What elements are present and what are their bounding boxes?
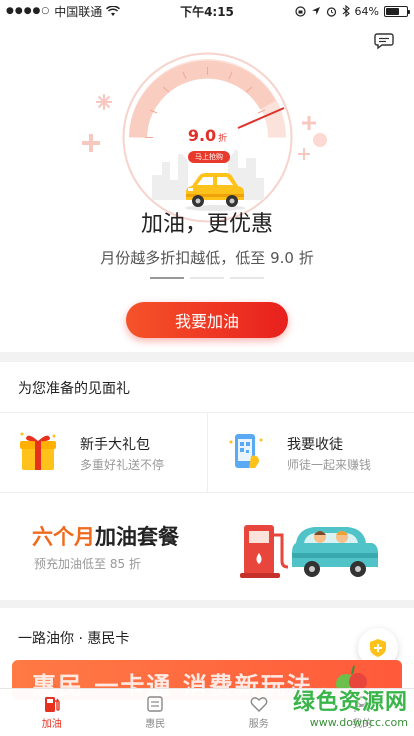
plus-decoration [302, 116, 316, 130]
carousel-dot[interactable] [190, 277, 224, 279]
tab-label: 服务 [248, 719, 269, 730]
fuel-car-illustration [240, 525, 378, 578]
section-title: 为您准备的见面礼 [18, 381, 130, 397]
carousel-dot[interactable] [150, 277, 184, 279]
gift-desc: 多重好礼送不停 [80, 458, 165, 472]
tab-label: 惠民 [145, 719, 166, 730]
hero-title: 加油，更优惠 [140, 212, 273, 237]
hero-subtitle: 月份越多折扣越低，低至 9.0 折 [100, 249, 314, 267]
heart-icon [250, 697, 268, 712]
bluetooth-icon [342, 5, 350, 17]
fuel-pump-icon [44, 697, 60, 712]
card-list-icon [147, 696, 163, 712]
refuel-button[interactable]: 我要加油 [126, 302, 288, 338]
buy-now-badge[interactable]: 马上抢购 [188, 151, 230, 163]
circle-decoration [313, 133, 327, 147]
tab-huimin[interactable]: 惠民 [104, 689, 208, 736]
alarm-icon [326, 6, 336, 17]
status-right: 64% [294, 4, 410, 18]
package-title: 六个月加油套餐 [32, 521, 179, 551]
carousel-dot[interactable] [230, 277, 264, 279]
rotation-lock-icon [294, 5, 306, 17]
tab-refuel[interactable]: 加油 [0, 689, 104, 736]
newbie-gift-card[interactable]: 新手大礼包 多重好礼送不停 [0, 412, 207, 492]
sparkle-decoration [96, 94, 112, 110]
wifi-icon [106, 5, 121, 16]
hero-section: 9.0 折 马上抢购 加油，更优惠 月份越多折扣越低，低至 9.0 折 我要加油 [0, 22, 414, 352]
message-icon[interactable] [374, 32, 394, 50]
plus-decoration [82, 134, 100, 152]
package-title-rest: 加油套餐 [95, 525, 179, 549]
discount-value: 9.0 折 [120, 126, 295, 145]
gift-title: 新手大礼包 [80, 437, 150, 453]
carousel-indicator [150, 277, 264, 279]
watermark-title: 绿色资源网 [292, 690, 408, 715]
gift-desc: 师徒一起来赚钱 [287, 458, 372, 472]
sparkle-decoration [298, 148, 310, 160]
status-left: ●●●●○ 中国联通 [6, 3, 121, 20]
location-icon [311, 7, 320, 15]
apprentice-card[interactable]: 我要收徒 师徒一起来赚钱 [207, 412, 414, 492]
battery-fill [386, 7, 399, 15]
package-desc: 预充加油低至 85 折 [34, 557, 141, 571]
carrier-label: 中国联通 [54, 4, 103, 19]
signal-icon: ●●●●○ [6, 6, 51, 16]
phone-qr-icon [229, 434, 263, 468]
tab-label: 加油 [41, 719, 62, 730]
discount-number: 9.0 [187, 126, 217, 145]
watermark-url: www.downcc.com [309, 716, 408, 729]
site-watermark: 绿色资源网 www.downcc.com [293, 684, 408, 729]
discount-unit: 折 [218, 134, 228, 144]
gift-box-icon [20, 432, 56, 470]
battery-icon [384, 5, 410, 17]
battery-label: 64% [354, 4, 379, 18]
shield-icon [370, 639, 386, 657]
discount-gauge: 9.0 折 马上抢购 [120, 50, 295, 225]
welcome-gifts-section: 为您准备的见面礼 新手大礼包 多重好礼送不停 我要收徒 师徒一起来赚钱 六个月加… [0, 362, 414, 600]
status-bar: ●●●●○ 中国联通 下午4:15 64% [0, 0, 414, 22]
six-month-package-card[interactable]: 六个月加油套餐 预充加油低至 85 折 [0, 493, 414, 600]
section-title: 一路油你 · 惠民卡 [18, 631, 130, 647]
gift-title: 我要收徒 [287, 437, 343, 453]
package-title-accent: 六个月 [32, 525, 95, 549]
